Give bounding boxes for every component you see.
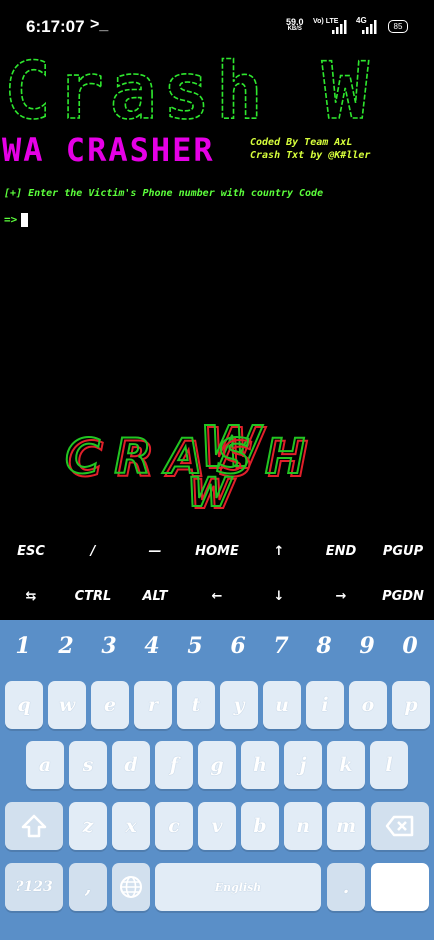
coded-by-text: Coded By Team AxL <box>250 137 353 148</box>
wa-crasher-title: WA CRASHER <box>2 131 215 169</box>
credits: Coded By Team AxL Crash Txt by @K#ller <box>250 136 370 162</box>
shift-icon <box>21 814 47 838</box>
key-y[interactable]: y <box>220 681 258 729</box>
key-c[interactable]: c <box>155 802 193 850</box>
enter-key[interactable] <box>371 863 429 911</box>
network-speed: 59.0 KB/S <box>286 18 304 33</box>
shift-key[interactable] <box>5 802 63 850</box>
comma-key[interactable]: , <box>69 863 107 911</box>
key-n[interactable]: n <box>284 802 322 850</box>
crash-w-banner: Crash W <box>3 56 375 136</box>
key-h[interactable]: h <box>241 741 279 789</box>
key-1[interactable]: 1 <box>2 633 44 659</box>
backspace-icon <box>385 815 414 837</box>
arrow-up-key[interactable]: ↑ <box>248 544 310 559</box>
key-w[interactable]: w <box>48 681 86 729</box>
network-speed-value: 59.0 <box>286 17 304 27</box>
language-key[interactable] <box>112 863 150 911</box>
pgup-key[interactable]: PGUP <box>372 544 434 559</box>
key-x[interactable]: x <box>112 802 150 850</box>
key-s[interactable]: s <box>69 741 107 789</box>
alt-key[interactable]: ALT <box>124 589 186 604</box>
crash-logo: W W CRASH CRASH W W <box>64 414 309 519</box>
tab-key[interactable]: ⇆ <box>0 589 62 604</box>
key-5[interactable]: 5 <box>174 633 216 659</box>
key-u[interactable]: u <box>263 681 301 729</box>
terminal-notification-icon: >_ <box>90 16 109 33</box>
slash-key[interactable]: / <box>62 544 124 559</box>
esc-key[interactable]: ESC <box>0 544 62 559</box>
key-4[interactable]: 4 <box>131 633 173 659</box>
arrow-left-key[interactable]: ← <box>186 589 248 604</box>
key-9[interactable]: 9 <box>346 633 388 659</box>
symbols-key[interactable]: ?123 <box>5 863 63 911</box>
arrow-down-key[interactable]: ↓ <box>248 589 310 604</box>
key-e[interactable]: e <box>91 681 129 729</box>
pgdn-key[interactable]: PGDN <box>372 589 434 604</box>
crash-logo-w-bottom-green: W <box>187 470 233 516</box>
key-3[interactable]: 3 <box>88 633 130 659</box>
arrow-right-key[interactable]: → <box>310 589 372 604</box>
terminal-input-line[interactable]: => <box>4 213 29 227</box>
key-k[interactable]: k <box>327 741 365 789</box>
period-key[interactable]: . <box>327 863 365 911</box>
key-o[interactable]: o <box>349 681 387 729</box>
key-8[interactable]: 8 <box>303 633 345 659</box>
key-t[interactable]: t <box>177 681 215 729</box>
key-l[interactable]: l <box>370 741 408 789</box>
crash-txt-text: Crash Txt by @K#ller <box>250 150 371 161</box>
key-d[interactable]: d <box>112 741 150 789</box>
terminal-extra-keys: ESC / — HOME ↑ END PGUP ⇆ CTRL ALT ← ↓ →… <box>0 532 434 620</box>
network-speed-unit: KB/S <box>287 26 302 32</box>
key-2[interactable]: 2 <box>45 633 87 659</box>
key-j[interactable]: j <box>284 741 322 789</box>
globe-icon <box>120 876 142 898</box>
key-b[interactable]: b <box>241 802 279 850</box>
clock: 6:17:07 <box>26 17 85 36</box>
key-i[interactable]: i <box>306 681 344 729</box>
status-bar: 6:17:07 >_ 59.0 KB/S Vo) LTE 4G 85 <box>0 0 434 52</box>
key-r[interactable]: r <box>134 681 172 729</box>
key-g[interactable]: g <box>198 741 236 789</box>
ctrl-key[interactable]: CTRL <box>62 589 124 604</box>
space-bar[interactable]: English <box>155 863 321 911</box>
signal-icon <box>332 20 347 34</box>
banner-title-text: Crash W <box>4 56 375 136</box>
key-p[interactable]: p <box>392 681 430 729</box>
key-q[interactable]: q <box>5 681 43 729</box>
key-0[interactable]: 0 <box>389 633 431 659</box>
key-6[interactable]: 6 <box>217 633 259 659</box>
key-7[interactable]: 7 <box>260 633 302 659</box>
key-m[interactable]: m <box>327 802 365 850</box>
key-z[interactable]: z <box>69 802 107 850</box>
dash-key[interactable]: — <box>124 544 186 559</box>
soft-keyboard: 1 2 3 4 5 6 7 8 9 0 q w e r t y u i o p … <box>0 620 434 940</box>
signal-icon-2 <box>362 20 377 34</box>
end-key[interactable]: END <box>310 544 372 559</box>
key-f[interactable]: f <box>155 741 193 789</box>
key-a[interactable]: a <box>26 741 64 789</box>
key-v[interactable]: v <box>198 802 236 850</box>
input-prompt-symbol: => <box>4 213 18 226</box>
terminal-prompt: [+] Enter the Victim's Phone number with… <box>4 188 324 199</box>
text-cursor <box>21 213 29 227</box>
backspace-key[interactable] <box>371 802 429 850</box>
battery-icon: 85 <box>388 20 408 33</box>
home-key[interactable]: HOME <box>186 544 248 559</box>
